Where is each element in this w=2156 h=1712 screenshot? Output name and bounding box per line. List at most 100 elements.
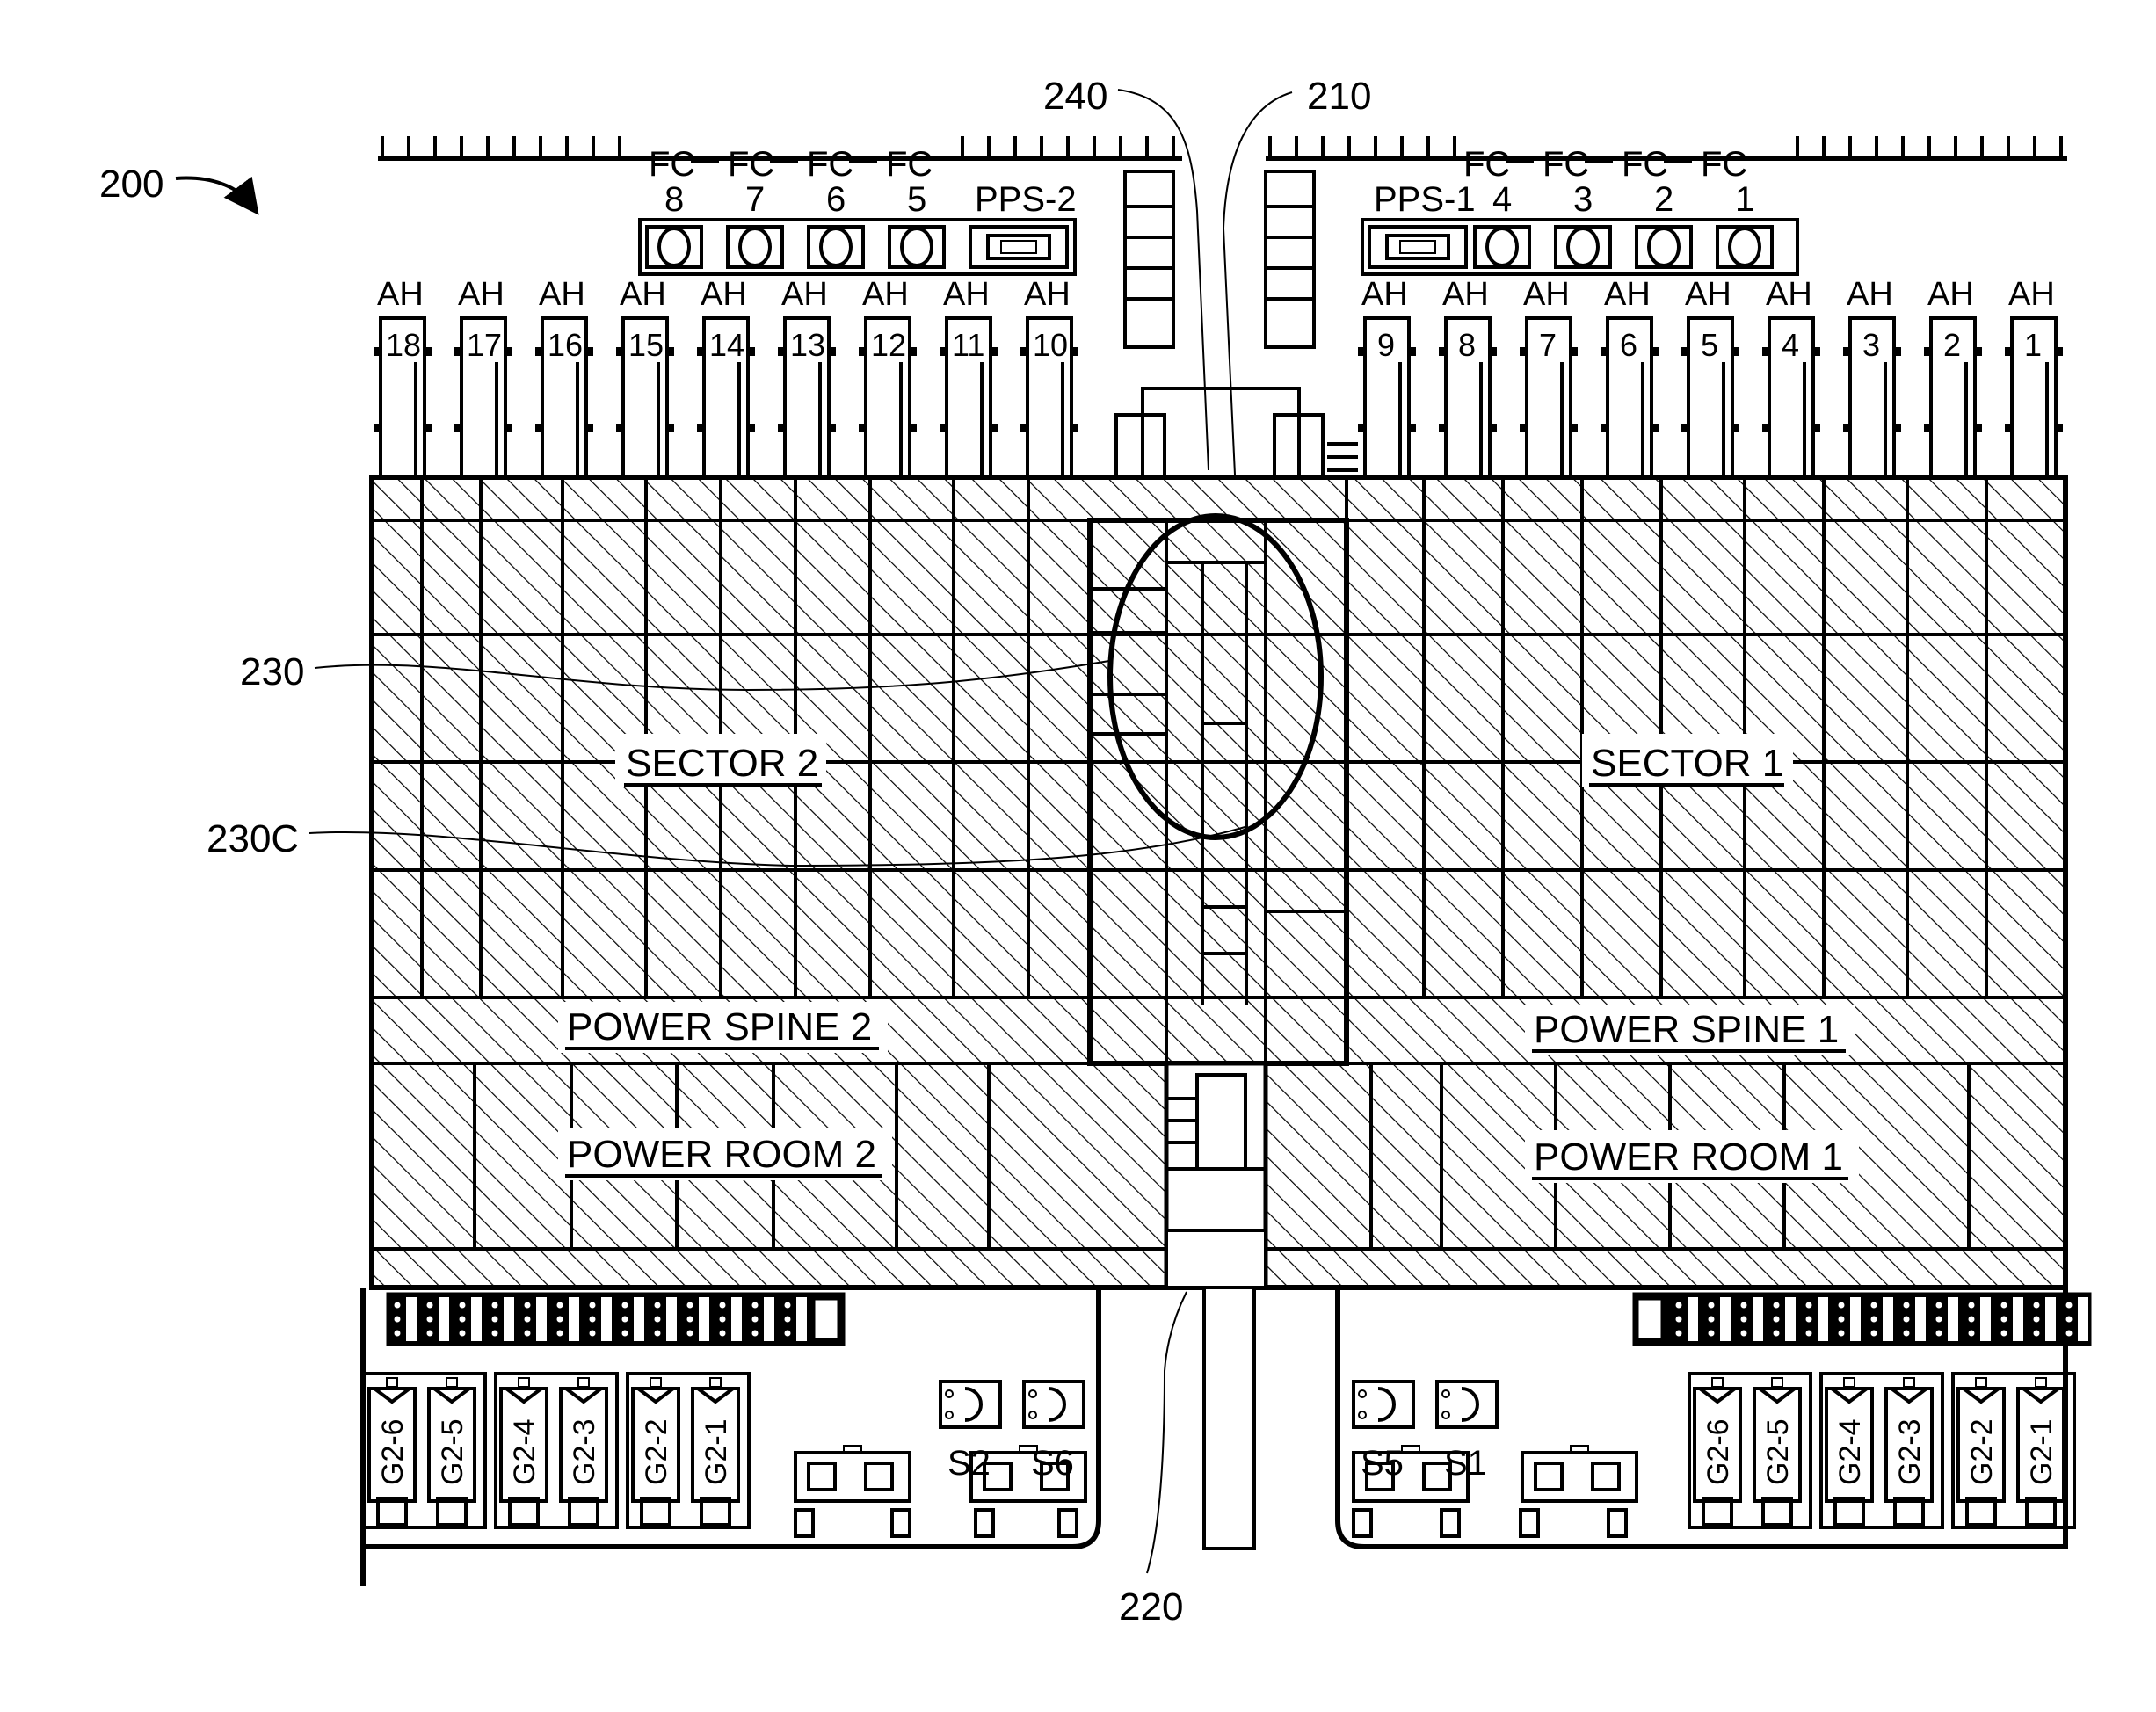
mount-mark <box>1439 347 1446 356</box>
breaker-icon <box>1838 1330 1845 1337</box>
air-handler-label: AH <box>1442 276 1489 313</box>
breaker-icon <box>1805 1316 1812 1323</box>
mount-mark <box>748 347 755 356</box>
mount-mark <box>1571 347 1578 356</box>
fluid-coolers-right: FC FC FC FCPPS-1 4 3 2 1 <box>1361 145 1799 276</box>
bushing-icon <box>1028 1411 1037 1419</box>
pump-icon <box>1399 240 1436 254</box>
air-handler-label: AH <box>701 276 747 313</box>
mount-mark <box>1520 347 1527 356</box>
fluid-cooler-number: 4 <box>1492 180 1512 219</box>
air-handler-label: AH <box>1361 276 1408 313</box>
breaker-icon <box>2065 1302 2073 1309</box>
breaker-icon <box>459 1316 466 1323</box>
breaker-icon <box>1870 1302 1877 1309</box>
breaker-icon <box>1773 1302 1780 1309</box>
breaker-icon <box>1675 1316 1682 1323</box>
mount-mark <box>616 424 623 432</box>
mount-mark <box>910 424 917 432</box>
switchgear-gap <box>536 1297 547 1341</box>
meter-box <box>974 1508 995 1538</box>
fluid-cooler-box <box>1635 225 1693 269</box>
generator-unit: G2-1 <box>2016 1377 2065 1527</box>
fluid-cooler-header: FC <box>807 145 853 184</box>
mount-mark <box>1813 347 1820 356</box>
transformer-unit <box>1521 1445 1638 1503</box>
exhaust-stack <box>1711 1377 1724 1388</box>
breaker-icon <box>751 1316 759 1323</box>
exhaust-stack <box>386 1377 398 1388</box>
breaker-icon <box>751 1302 759 1309</box>
air-handler-label: AH <box>458 276 505 313</box>
air-handler-label: AH <box>781 276 828 313</box>
breaker-icon <box>1805 1330 1812 1337</box>
generators-left: G2-6 G2-5 G2-4 G2-3 G2-2 G2-1 <box>362 1372 751 1529</box>
breaker-icon <box>491 1330 498 1337</box>
air-handler-number: 14 <box>709 327 744 363</box>
breaker-icon <box>1968 1316 1975 1323</box>
air-handler-number: 9 <box>1377 327 1395 363</box>
mount-mark <box>505 347 512 356</box>
generator-label: G2-3 <box>1893 1418 1927 1485</box>
fluid-cooler-box <box>645 225 703 269</box>
mount-mark <box>1071 424 1078 432</box>
fluid-cooler-box <box>807 225 865 269</box>
mount-mark <box>940 424 947 432</box>
generator-unit: G2-2 <box>1956 1377 2006 1527</box>
generator-label: G2-5 <box>436 1418 469 1485</box>
fan-icon <box>819 227 853 267</box>
exhaust-stack <box>577 1377 590 1388</box>
fluid-cooler-box <box>1473 225 1531 269</box>
breaker-icon <box>2065 1316 2073 1323</box>
fluid-cooler-header: FC <box>1463 145 1510 184</box>
air-handler-label: AH <box>943 276 990 313</box>
exhaust-stack <box>1843 1377 1855 1388</box>
air-handler-unit: AH 15 <box>616 276 674 479</box>
mount-mark <box>616 347 623 356</box>
breaker-icon <box>719 1302 726 1309</box>
fan-icon <box>657 227 691 267</box>
mount-mark <box>586 347 593 356</box>
mount-mark <box>1894 347 1901 356</box>
mount-mark <box>1975 347 1982 356</box>
mount-mark <box>1020 424 1027 432</box>
mount-mark <box>425 424 432 432</box>
air-handler-unit: AH 6 <box>1601 276 1659 479</box>
fan-icon <box>1728 227 1761 267</box>
breaker-icon <box>589 1316 596 1323</box>
air-handler-unit: AH 1 <box>2005 276 2063 479</box>
mount-mark <box>1732 347 1739 356</box>
mount-mark <box>991 424 998 432</box>
ladder-right <box>1264 170 1316 349</box>
generator-label: G2-2 <box>1965 1418 1999 1485</box>
air-handler-number: 8 <box>1458 327 1476 363</box>
breaker-icon <box>1740 1330 1747 1337</box>
transformer-core <box>1591 1462 1621 1491</box>
air-handler-unit: AH 9 <box>1358 276 1416 479</box>
bushing-icon <box>1028 1389 1037 1398</box>
fluid-cooler-number: 8 <box>664 180 684 219</box>
mount-mark <box>1651 424 1659 432</box>
air-handler-label: AH <box>1604 276 1651 313</box>
air-handler-number: 16 <box>548 327 583 363</box>
exhaust-stack <box>709 1377 722 1388</box>
air-handler-unit: AH 14 <box>697 276 755 479</box>
mount-mark <box>1762 347 1769 356</box>
bushing-icon <box>945 1389 954 1398</box>
pump-icon <box>1000 240 1037 254</box>
substations-right: S5 S1 <box>1352 1380 1638 1538</box>
meter-box <box>1352 1508 1373 1538</box>
mount-mark <box>667 424 674 432</box>
switchgear-gap <box>1785 1297 1796 1341</box>
switchgear-gap <box>2045 1297 2056 1341</box>
air-handler-number: 4 <box>1782 327 1799 363</box>
mount-mark <box>940 347 947 356</box>
mount-mark <box>1681 347 1688 356</box>
air-handler-unit: AH 18 <box>374 276 432 479</box>
breaker-icon <box>426 1330 433 1337</box>
breaker-icon <box>621 1316 628 1323</box>
transformer-icon <box>1377 1387 1396 1422</box>
switchgear-gap <box>666 1297 677 1341</box>
breaker-icon <box>1675 1330 1682 1337</box>
exhaust-icon <box>636 1387 675 1404</box>
